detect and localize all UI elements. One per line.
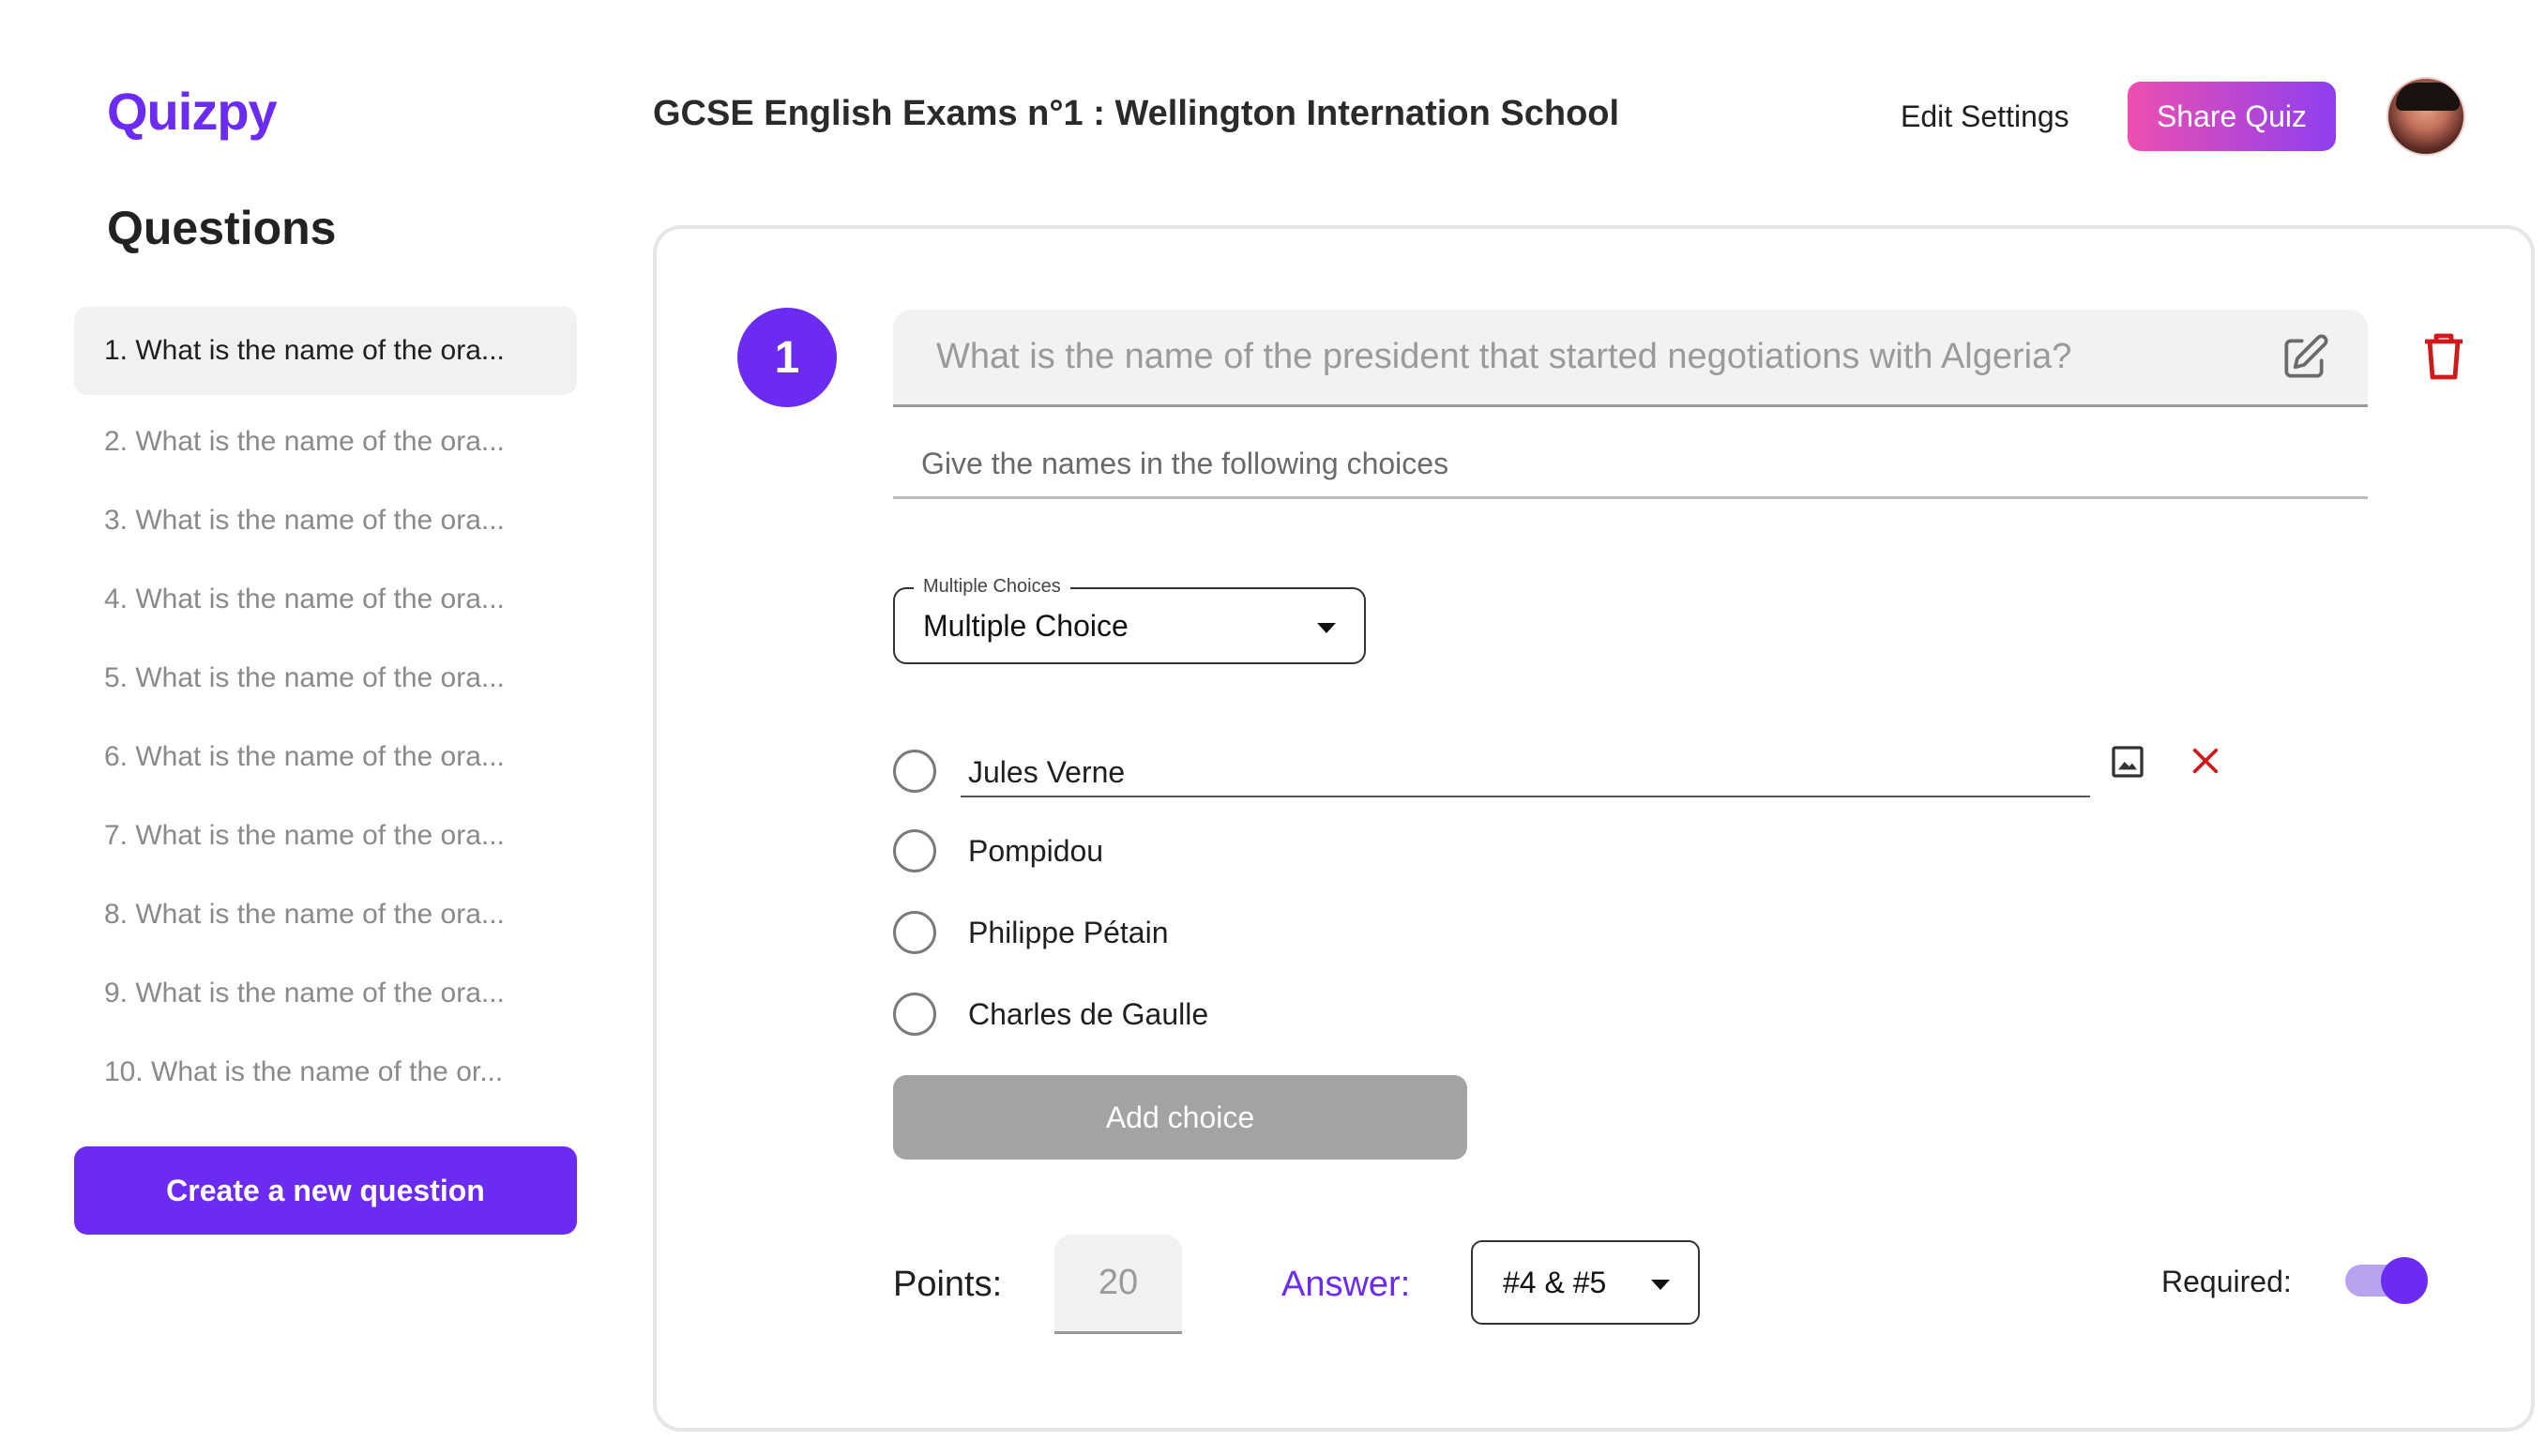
question-title-text[interactable]: What is the name of the president that s… (936, 337, 2071, 377)
user-avatar[interactable] (2387, 77, 2465, 156)
answer-label: Answer: (1281, 1265, 1411, 1304)
question-type-legend: Multiple Choices (914, 576, 1070, 598)
question-list-item[interactable]: 3. What is the name of the ora... (74, 481, 577, 560)
share-quiz-button[interactable]: Share Quiz (2128, 82, 2336, 151)
choice-row: Pompidou (893, 825, 1103, 877)
chevron-down-icon (1317, 623, 1336, 633)
answer-select[interactable]: #4 & #5 (1471, 1240, 1700, 1325)
avatar-hair-shape (2396, 83, 2460, 111)
close-icon[interactable] (2190, 745, 2221, 777)
choice-radio[interactable] (893, 911, 936, 954)
question-list: 1. What is the name of the ora... 2. Wha… (74, 307, 577, 1112)
required-label: Required: (2161, 1265, 2292, 1298)
create-question-button[interactable]: Create a new question (74, 1146, 577, 1235)
question-list-item[interactable]: 5. What is the name of the ora... (74, 639, 577, 718)
question-number-badge: 1 (737, 308, 837, 407)
question-description-input[interactable]: Give the names in the following choices (893, 432, 2368, 499)
trash-icon[interactable] (2420, 330, 2467, 383)
image-icon[interactable] (2109, 743, 2146, 781)
question-list-item[interactable]: 2. What is the name of the ora... (74, 402, 577, 481)
answer-value: #4 & #5 (1503, 1265, 1607, 1299)
question-list-item[interactable]: 4. What is the name of the ora... (74, 560, 577, 639)
choice-radio[interactable] (893, 750, 936, 793)
question-list-item[interactable]: 8. What is the name of the ora... (74, 875, 577, 954)
question-list-item[interactable]: 9. What is the name of the ora... (74, 954, 577, 1033)
choice-row: Philippe Pétain (893, 906, 1168, 959)
points-label: Points: (893, 1265, 1003, 1304)
chevron-down-icon (1651, 1280, 1670, 1290)
edit-icon[interactable] (2278, 332, 2330, 385)
choice-label[interactable]: Pompidou (968, 834, 1103, 869)
required-toggle[interactable] (2345, 1257, 2428, 1304)
edit-settings-link[interactable]: Edit Settings (1901, 99, 2069, 134)
question-title-input[interactable]: What is the name of the president that s… (893, 310, 2368, 407)
question-type-select[interactable]: Multiple Choices Multiple Choice (893, 576, 1366, 664)
question-list-item[interactable]: 10. What is the name of the or... (74, 1033, 577, 1112)
choice-label[interactable]: Charles de Gaulle (968, 997, 1208, 1032)
sidebar-title: Questions (107, 202, 337, 254)
points-input[interactable]: 20 (1054, 1235, 1182, 1334)
question-list-item[interactable]: 7. What is the name of the ora... (74, 796, 577, 875)
question-list-item[interactable]: 1. What is the name of the ora... (74, 307, 577, 395)
choice-label[interactable]: Philippe Pétain (968, 916, 1168, 950)
question-type-value: Multiple Choice (923, 608, 1129, 643)
choice-input[interactable]: Jules Verne (961, 749, 2090, 797)
app-logo[interactable]: Quizpy (107, 81, 278, 142)
choice-row: Charles de Gaulle (893, 988, 1208, 1040)
add-choice-button[interactable]: Add choice (893, 1075, 1467, 1160)
quiz-title: GCSE English Exams n°1 : Wellington Inte… (653, 94, 1620, 133)
question-description-text[interactable]: Give the names in the following choices (921, 447, 1448, 481)
question-list-item[interactable]: 6. What is the name of the ora... (74, 718, 577, 796)
choice-row: Jules Verne (893, 745, 2206, 797)
choice-radio[interactable] (893, 993, 936, 1036)
choice-radio[interactable] (893, 829, 936, 872)
toggle-knob (2381, 1257, 2428, 1304)
